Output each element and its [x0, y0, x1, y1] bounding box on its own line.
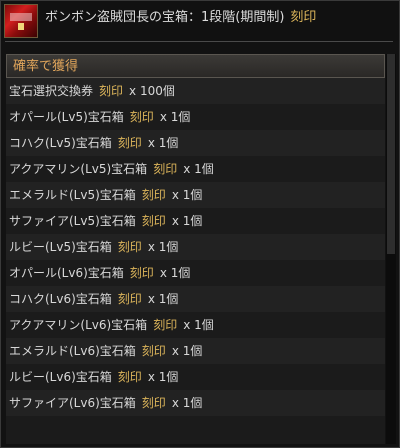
reward-item-quantity: x 1個 [147, 136, 179, 150]
reward-item-row: サファイア(Lv5)宝石箱 刻印 x 1個 [6, 208, 385, 234]
reward-item-name: アクアマリン(Lv5)宝石箱 [9, 162, 148, 176]
bind-label: 刻印 [290, 10, 317, 25]
reward-item-name: サファイア(Lv6)宝石箱 [9, 396, 136, 410]
reward-item-row: アクアマリン(Lv6)宝石箱 刻印 x 1個 [6, 312, 385, 338]
reward-item-name: アクアマリン(Lv6)宝石箱 [9, 318, 148, 332]
reward-item-row: オパール(Lv5)宝石箱 刻印 x 1個 [6, 104, 385, 130]
reward-item-bind-label: 刻印 [153, 318, 178, 332]
scrollbar-thumb[interactable] [387, 54, 395, 254]
reward-item-name: オパール(Lv6)宝石箱 [9, 266, 124, 280]
reward-item-row: アクアマリン(Lv5)宝石箱 刻印 x 1個 [6, 156, 385, 182]
reward-item-quantity: x 1個 [171, 188, 203, 202]
reward-item-quantity: x 1個 [171, 396, 203, 410]
reward-item-quantity: x 100個 [129, 84, 175, 98]
reward-item-row: オパール(Lv6)宝石箱 刻印 x 1個 [6, 260, 385, 286]
reward-item-name: ルビー(Lv5)宝石箱 [9, 240, 112, 254]
tooltip-title: ボンボン盗賊団長の宝箱：1段階(期間制) 刻印 [45, 6, 316, 25]
reward-item-bind-label: 刻印 [141, 188, 166, 202]
reward-item-bind-label: 刻印 [129, 110, 154, 124]
reward-item-bind-label: 刻印 [117, 292, 142, 306]
reward-item-name: オパール(Lv5)宝石箱 [9, 110, 124, 124]
scrollbar[interactable] [386, 54, 396, 444]
reward-item-bind-label: 刻印 [129, 266, 154, 280]
reward-item-row: ルビー(Lv6)宝石箱 刻印 x 1個 [6, 364, 385, 390]
reward-item-quantity: x 1個 [183, 318, 214, 332]
reward-item-bind-label: 刻印 [117, 136, 142, 150]
reward-item-name: ルビー(Lv6)宝石箱 [9, 370, 112, 384]
reward-item-bind-label: 刻印 [153, 162, 178, 176]
reward-item-quantity: x 1個 [183, 162, 214, 176]
reward-item-bind-label: 刻印 [141, 396, 166, 410]
reward-item-name: 宝石選択交換券 [9, 84, 94, 98]
reward-item-name: エメラルド(Lv5)宝石箱 [9, 188, 136, 202]
chest-lock-shape [18, 23, 24, 30]
item-name: ボンボン盗賊団長の宝箱：1段階(期間制) [45, 10, 285, 25]
section-label: 確率で獲得 [13, 59, 79, 74]
reward-item-name: サファイア(Lv5)宝石箱 [9, 214, 136, 228]
tooltip-header: ボンボン盗賊団長の宝箱：1段階(期間制) 刻印 [1, 1, 399, 41]
reward-item-row: エメラルド(Lv5)宝石箱 刻印 x 1個 [6, 182, 385, 208]
reward-item-row: 宝石選択交換券 刻印 x 100個 [6, 78, 385, 104]
reward-item-row: ルビー(Lv5)宝石箱 刻印 x 1個 [6, 234, 385, 260]
reward-item-bind-label: 刻印 [141, 344, 166, 358]
reward-item-name: コハク(Lv5)宝石箱 [9, 136, 112, 150]
reward-item-name: エメラルド(Lv6)宝石箱 [9, 344, 136, 358]
treasure-chest-icon [4, 4, 38, 38]
reward-item-quantity: x 1個 [171, 214, 203, 228]
reward-item-quantity: x 1個 [171, 344, 203, 358]
reward-item-bind-label: 刻印 [99, 84, 124, 98]
reward-item-quantity: x 1個 [159, 110, 191, 124]
reward-list: 確率で獲得 宝石選択交換券 刻印 x 100個 オパール(Lv5)宝石箱 刻印 x 1個コ… [6, 54, 385, 444]
chest-lid-shape [10, 13, 32, 21]
reward-item-bind-label: 刻印 [141, 214, 166, 228]
reward-item-row: コハク(Lv5)宝石箱 刻印 x 1個 [6, 130, 385, 156]
reward-item-quantity: x 1個 [147, 292, 179, 306]
reward-item-quantity: x 1個 [147, 370, 179, 384]
item-tooltip-panel: ボンボン盗賊団長の宝箱：1段階(期間制) 刻印 確率で獲得 宝石選択交換券 刻印 x … [0, 0, 400, 448]
section-header-random-reward: 確率で獲得 [6, 54, 385, 78]
reward-item-quantity: x 1個 [159, 266, 191, 280]
reward-item-name: コハク(Lv6)宝石箱 [9, 292, 112, 306]
reward-item-row: サファイア(Lv6)宝石箱 刻印 x 1個 [6, 390, 385, 416]
reward-item-bind-label: 刻印 [117, 370, 142, 384]
reward-item-quantity: x 1個 [147, 240, 179, 254]
header-divider [5, 41, 393, 42]
reward-item-bind-label: 刻印 [117, 240, 142, 254]
reward-item-row: エメラルド(Lv6)宝石箱 刻印 x 1個 [6, 338, 385, 364]
reward-item-row: コハク(Lv6)宝石箱 刻印 x 1個 [6, 286, 385, 312]
